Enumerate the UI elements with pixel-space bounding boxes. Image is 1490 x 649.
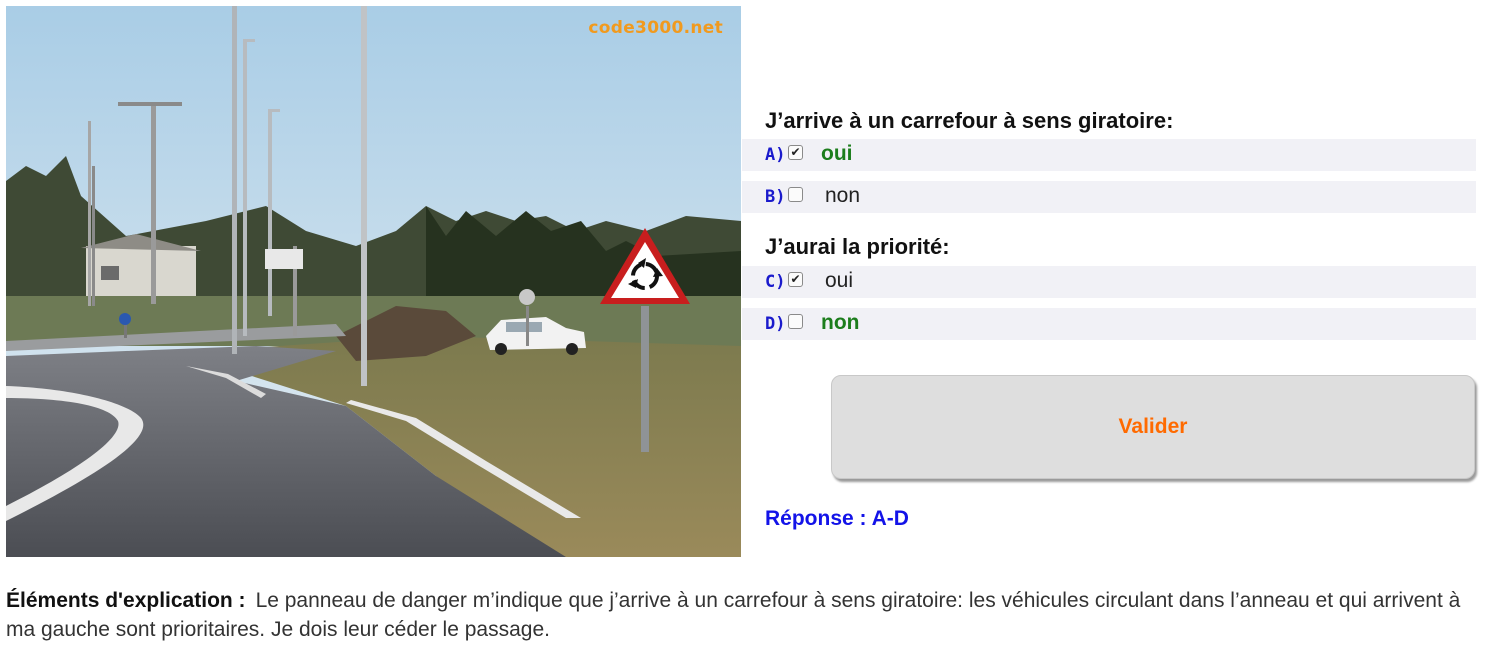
- option-c-checkbox[interactable]: ✔: [788, 271, 803, 287]
- option-a-row[interactable]: A) ✔ oui: [742, 139, 1476, 171]
- option-c-label: oui: [825, 269, 854, 292]
- question-2-title: J’aurai la priorité:: [765, 234, 950, 259]
- option-b-checkbox[interactable]: [788, 186, 803, 202]
- option-b-label: non: [825, 184, 861, 207]
- question-1-title: J’arrive à un carrefour à sens giratoire…: [765, 108, 1174, 133]
- explanation-label: Éléments d'explication :: [6, 589, 246, 612]
- option-d-label: non: [821, 311, 860, 334]
- valider-button[interactable]: Valider: [831, 375, 1475, 479]
- option-d-checkbox[interactable]: [788, 313, 803, 329]
- explanation-block: Éléments d'explication : Le panneau de da…: [6, 586, 1466, 644]
- roundabout-scene-image: [6, 6, 741, 557]
- option-c-row[interactable]: C) ✔ oui: [742, 266, 1476, 298]
- answer-text: Réponse : A-D: [765, 507, 909, 530]
- option-a-checkbox[interactable]: ✔: [788, 144, 803, 160]
- option-d-row[interactable]: D) non: [742, 308, 1476, 340]
- option-b-row[interactable]: B) non: [742, 181, 1476, 213]
- watermark-text: code3000.net: [588, 18, 723, 38]
- question-photo: code3000.net: [6, 6, 741, 557]
- option-a-label: oui: [821, 142, 853, 165]
